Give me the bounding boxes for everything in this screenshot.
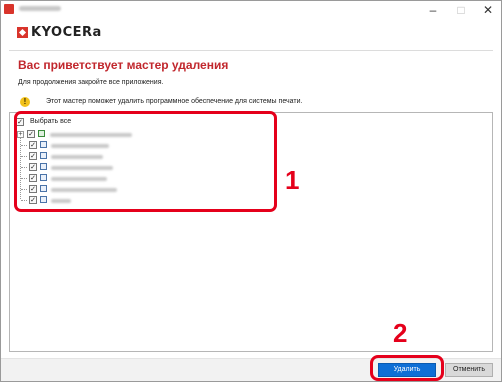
brand-name: KYOCERa xyxy=(31,25,102,40)
callout-highlight-remove xyxy=(370,355,444,381)
maximize-button[interactable]: □ xyxy=(448,1,474,19)
app-icon xyxy=(4,4,14,14)
instruction-text: Для продолжения закройте все приложения. xyxy=(18,79,164,86)
info-text: Этот мастер поможет удалить программное … xyxy=(46,98,303,105)
page-title: Вас приветствует мастер удаления xyxy=(18,58,229,72)
callout-number-2: 2 xyxy=(393,318,408,348)
minimize-button[interactable]: – xyxy=(420,1,446,19)
cancel-button[interactable]: Отменить xyxy=(445,363,493,377)
callout-highlight-tree xyxy=(14,111,277,212)
info-icon: ! xyxy=(20,97,30,107)
title-bar: – □ ✕ xyxy=(1,1,501,23)
uninstall-wizard-window: – □ ✕ KYOCERa Вас приветствует мастер уд… xyxy=(0,0,502,382)
close-button[interactable]: ✕ xyxy=(475,1,501,19)
callout-number-1: 1 xyxy=(285,165,300,195)
kyocera-logo-mark-icon xyxy=(17,27,28,38)
window-title-blurred xyxy=(19,6,61,11)
header-divider xyxy=(9,50,493,51)
